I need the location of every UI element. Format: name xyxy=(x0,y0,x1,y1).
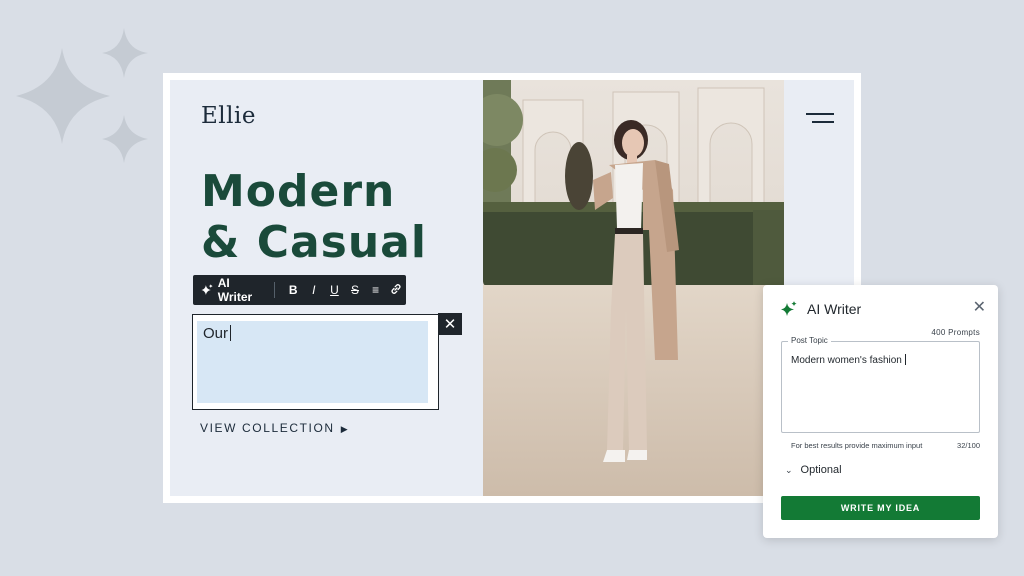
view-collection-link[interactable]: VIEW COLLECTION ▶ xyxy=(200,421,349,435)
underline-button[interactable]: U xyxy=(325,283,345,297)
input-hint: For best results provide maximum input xyxy=(791,441,923,450)
character-counter: 32/100 xyxy=(957,441,980,450)
strikethrough-button[interactable]: S xyxy=(345,283,365,297)
hamburger-menu-icon[interactable] xyxy=(806,113,834,123)
site-logo[interactable]: Ellie xyxy=(201,103,256,129)
hero-title[interactable]: Modern & Casual xyxy=(201,166,427,268)
toolbar-ai-writer-label: AI Writer xyxy=(217,276,253,304)
close-icon[interactable]: ✕ xyxy=(973,297,986,317)
italic-button[interactable]: I xyxy=(304,283,324,297)
editor-text[interactable]: Our xyxy=(203,325,231,342)
close-icon[interactable]: ✕ xyxy=(438,313,462,335)
toolbar-ai-writer-button[interactable]: AI Writer xyxy=(201,276,276,304)
post-topic-value[interactable]: Modern women's fashion xyxy=(791,354,906,366)
chevron-down-icon: ⌄ xyxy=(785,464,793,475)
hero-photo xyxy=(483,80,784,496)
write-my-idea-button[interactable]: WRITE MY IDEA xyxy=(781,496,980,520)
optional-label: Optional xyxy=(800,464,842,476)
sparkle-icon xyxy=(781,301,797,316)
sparkle-icon xyxy=(201,284,213,295)
text-selection-highlight xyxy=(197,321,428,403)
panel-title: AI Writer xyxy=(807,301,862,317)
panel-header: AI Writer xyxy=(781,301,861,317)
formatting-toolbar: AI Writer B I U S ≡ xyxy=(193,275,406,305)
align-button[interactable]: ≡ xyxy=(366,283,386,297)
post-topic-label: Post Topic xyxy=(788,336,831,345)
prompts-count: 400 Prompts xyxy=(931,328,980,337)
play-triangle-icon: ▶ xyxy=(340,424,350,434)
decorative-sparkles-icon xyxy=(16,28,148,163)
text-editor-box[interactable]: Our xyxy=(192,314,439,410)
optional-toggle[interactable]: ⌄ Optional xyxy=(785,464,842,476)
ai-writer-panel: AI Writer ✕ 400 Prompts Post Topic Moder… xyxy=(763,285,998,538)
link-icon[interactable] xyxy=(386,283,406,298)
bold-button[interactable]: B xyxy=(283,283,303,297)
post-topic-textarea[interactable]: Post Topic Modern women's fashion xyxy=(781,336,980,433)
view-collection-label: VIEW COLLECTION xyxy=(200,421,335,435)
